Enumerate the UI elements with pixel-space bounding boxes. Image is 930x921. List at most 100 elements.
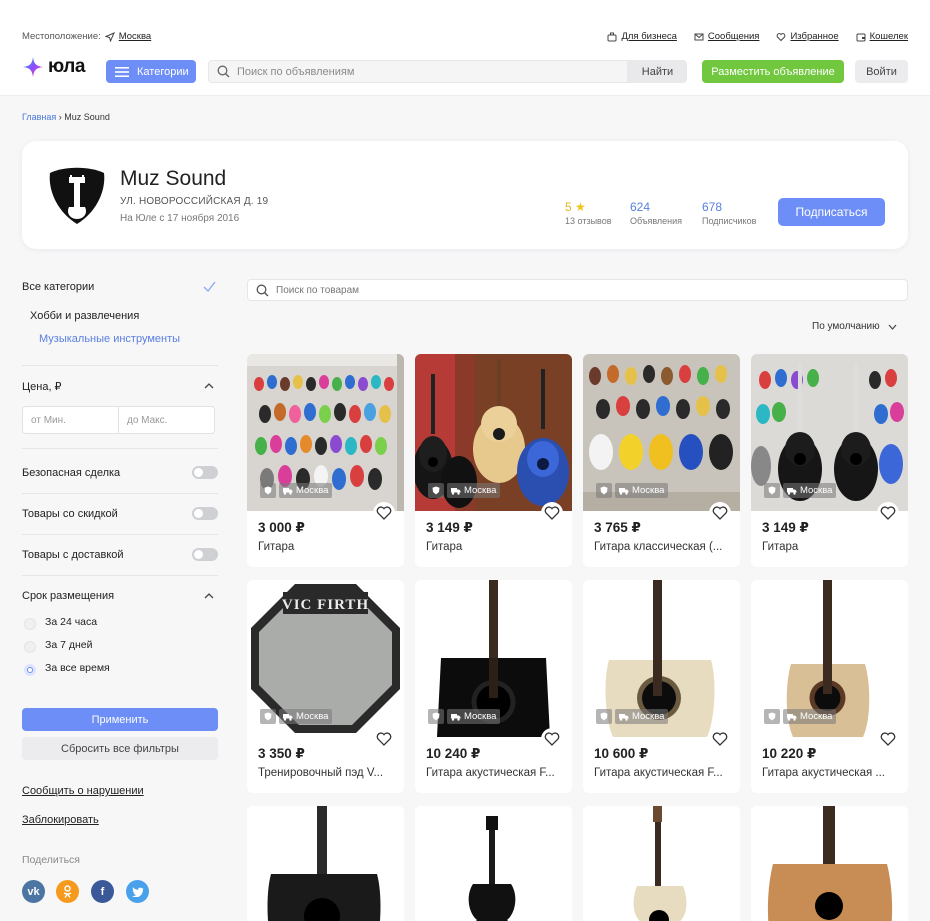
product-search-input[interactable] (276, 284, 876, 296)
price-max-input[interactable]: до Макс. (118, 406, 215, 434)
product-card[interactable]: Москва 3 149 ₽ Гитара (415, 354, 572, 567)
product-title: Гитара (426, 541, 463, 553)
radio-button[interactable] (24, 641, 36, 653)
search-field (208, 60, 628, 83)
product-title: Тренировочный пэд V... (258, 767, 384, 779)
ok-share-icon[interactable] (56, 880, 79, 903)
wallet-link[interactable]: Кошелек (856, 31, 908, 42)
top-bar: Местоположение: Москва Для бизнеса Сообщ… (22, 31, 908, 45)
twitter-share-icon[interactable] (126, 880, 149, 903)
reset-filters-button[interactable]: Сбросить все фильтры (22, 737, 218, 760)
product-card[interactable]: Москва 3 149 ₽ Гитара (751, 354, 908, 567)
favorite-button[interactable] (373, 728, 395, 750)
divider (22, 448, 218, 449)
store-card: Muz Sound УЛ. НОВОРОССИЙСКАЯ Д. 19 На Юл… (22, 141, 908, 249)
subscribe-button[interactable]: Подписаться (778, 198, 885, 226)
safe-deal-badge (764, 709, 780, 724)
delivery-truck-icon (619, 487, 629, 495)
shield-icon (432, 712, 440, 721)
menu-icon (115, 66, 129, 77)
product-card[interactable]: Москва 10 240 ₽ Гитара акустическая F... (415, 580, 572, 793)
favorite-button[interactable] (877, 728, 899, 750)
delivery-toggle[interactable] (192, 548, 218, 561)
product-title: Гитара (762, 541, 799, 553)
safe-deal-filter: Безопасная сделка (22, 466, 218, 479)
shield-icon (264, 486, 272, 495)
wallet-link-label: Кошелек (869, 31, 908, 42)
product-card[interactable] (751, 806, 908, 921)
delivery-city-badge: Москва (615, 709, 669, 724)
breadcrumb-home[interactable]: Главная (22, 112, 56, 122)
favorite-button[interactable] (877, 502, 899, 524)
discount-toggle[interactable] (192, 507, 218, 520)
safe-deal-toggle[interactable] (192, 466, 218, 479)
product-card[interactable]: Москва 10 220 ₽ Гитара акустическая ... (751, 580, 908, 793)
product-card[interactable] (247, 806, 404, 921)
search-button[interactable]: Найти (628, 60, 687, 83)
logo-text: юла (48, 56, 85, 77)
product-card[interactable]: Москва 3 765 ₽ Гитара классическая (... (583, 354, 740, 567)
all-categories-label: Все категории (22, 281, 95, 293)
product-card[interactable]: Москва 10 600 ₽ Гитара акустическая F... (583, 580, 740, 793)
badges: Москва (428, 483, 501, 498)
delivery-city-badge: Москва (279, 483, 333, 498)
favorite-button[interactable] (541, 728, 563, 750)
delivery-truck-icon (451, 713, 461, 721)
favorite-button[interactable] (709, 728, 731, 750)
categories-button[interactable]: Категории (106, 60, 196, 83)
city-label: Москва (296, 711, 329, 722)
delivery-truck-icon (283, 487, 293, 495)
city-label: Москва (296, 485, 329, 496)
heart-icon (777, 32, 786, 41)
store-since: На Юле с 17 ноября 2016 (120, 213, 240, 224)
safe-deal-badge (428, 709, 444, 724)
location-city-link[interactable]: Москва (119, 31, 151, 42)
delivery-truck-icon (619, 713, 629, 721)
period-option-label: За все время (45, 662, 110, 674)
apply-filters-button[interactable]: Применить (22, 708, 218, 731)
business-link[interactable]: Для бизнеса (607, 31, 677, 42)
product-title: Гитара (258, 541, 295, 553)
discount-label: Товары со скидкой (22, 508, 118, 520)
product-card[interactable] (415, 806, 572, 921)
chevron-down-icon (888, 324, 897, 330)
heart-icon (880, 506, 896, 520)
product-card[interactable]: VIC FIRTH Москва 3 350 ₽ Тренировочный п… (247, 580, 404, 793)
ads-stat[interactable]: 624 Объявления (630, 200, 682, 226)
radio-button-selected[interactable] (24, 664, 36, 676)
favorites-link[interactable]: Избранное (776, 31, 839, 42)
product-photo (247, 806, 404, 921)
price-section-header[interactable]: Цена, ₽ (22, 380, 218, 393)
vk-share-icon[interactable]: vk (22, 880, 45, 903)
block-link[interactable]: Заблокировать (22, 814, 99, 826)
report-link[interactable]: Сообщить о нарушении (22, 785, 144, 797)
heart-icon (376, 506, 392, 520)
price-min-input[interactable]: от Мин. (22, 406, 119, 434)
messages-link[interactable]: Сообщения (694, 31, 759, 42)
shield-icon (768, 712, 776, 721)
product-card[interactable]: Москва 3 000 ₽ Гитара (247, 354, 404, 567)
rating-stat[interactable]: 5 ★ 13 отзывов (565, 200, 612, 226)
store-name: Muz Sound (120, 167, 227, 190)
search-input[interactable] (237, 65, 617, 78)
all-categories-item[interactable]: Все категории (22, 281, 218, 293)
badges: Москва (596, 483, 669, 498)
period-option-label: За 7 дней (45, 639, 93, 651)
city-label: Москва (800, 485, 833, 496)
post-ad-button[interactable]: Разместить объявление (702, 60, 844, 83)
subcategory-item[interactable]: Музыкальные инструменты (39, 333, 235, 345)
subscribers-stat[interactable]: 678 Подписчиков (702, 200, 756, 226)
period-section-header[interactable]: Срок размещения (22, 590, 218, 602)
badges: Москва (428, 709, 501, 724)
logo[interactable]: юла (22, 56, 85, 78)
product-card[interactable] (583, 806, 740, 921)
radio-button[interactable] (24, 618, 36, 630)
favorite-button[interactable] (373, 502, 395, 524)
sort-dropdown[interactable]: По умолчанию (812, 321, 897, 332)
category-item[interactable]: Хобби и развлечения (30, 310, 226, 322)
favorite-button[interactable] (709, 502, 731, 524)
favorite-button[interactable] (541, 502, 563, 524)
facebook-share-icon[interactable]: f (91, 880, 114, 903)
login-button[interactable]: Войти (855, 60, 908, 83)
product-price: 10 220 ₽ (762, 746, 817, 761)
